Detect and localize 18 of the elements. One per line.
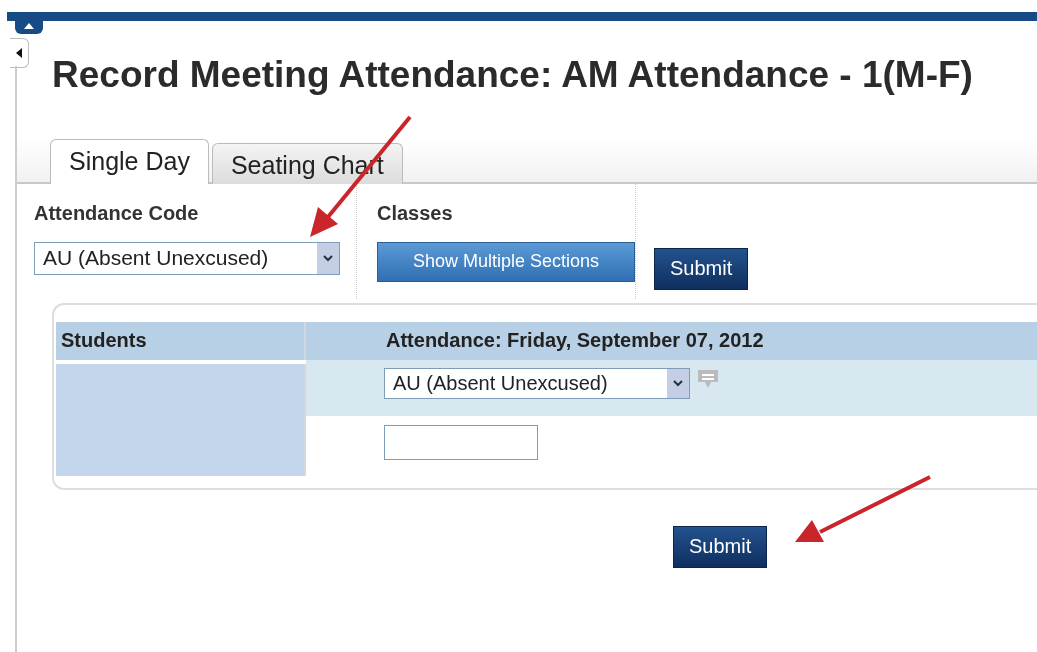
attendance-dropdown[interactable]: AU (Absent Unexcused) <box>384 367 690 399</box>
show-multiple-sections-button[interactable]: Show Multiple Sections <box>377 241 635 282</box>
column-header: Students <box>56 321 306 360</box>
up-arrow-icon <box>23 22 35 30</box>
attendance-code-dropdown[interactable]: AU (Absent Unexcused) <box>34 241 340 275</box>
comment-input[interactable] <box>384 424 538 460</box>
left-arrow-icon <box>15 47 23 59</box>
caret-icon <box>667 368 689 398</box>
field-label: Classes <box>377 201 454 226</box>
column-header: Attendance: Friday, September 07, 2012 <box>306 321 1037 360</box>
submit-button[interactable]: Submit <box>654 247 749 290</box>
caret-icon <box>317 242 339 274</box>
sidebar-toggle[interactable] <box>10 38 29 68</box>
collapse-tab[interactable] <box>15 18 43 34</box>
submit-button[interactable]: Submit <box>673 525 768 568</box>
page-title: Record Meeting Attendance: AM Attendance - 1(M-F) <box>52 55 974 96</box>
field-label: Attendance Code <box>34 201 200 226</box>
tab[interactable]: Single Day <box>50 138 209 184</box>
